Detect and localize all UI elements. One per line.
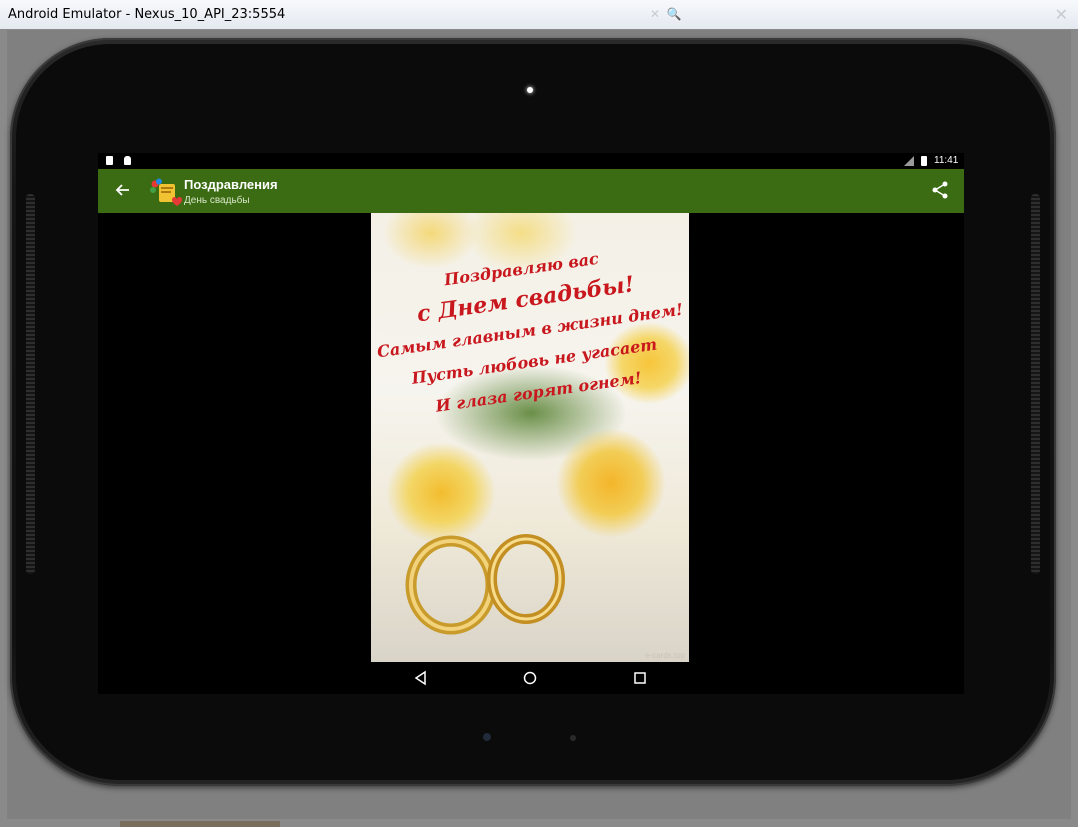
battery-icon [921,156,927,166]
window-toolbar-hint: ✕ 🔍 [650,7,682,21]
app-title: Поздравления [184,177,278,192]
signal-icon [904,156,914,166]
status-time: 11:41 [934,155,959,166]
back-button[interactable] [112,179,134,201]
nav-home-button[interactable] [521,669,539,687]
arrow-back-icon [115,184,129,196]
speaker-grill-left [26,194,35,574]
circle-home-icon [523,671,537,685]
wedding-rings-image [405,534,565,635]
sensor-dot [483,733,491,741]
front-camera [527,87,533,93]
sensor-dot [570,735,576,741]
android-icon [124,156,131,165]
nav-recent-button[interactable] [631,669,649,687]
share-button[interactable] [930,180,950,200]
share-icon [932,181,948,199]
image-viewer[interactable]: Поздравляю вас с Днем свадьбы! Самым гла… [98,213,964,662]
square-recent-icon [634,672,646,684]
desktop-strip [120,821,280,827]
greeting-card-image[interactable]: Поздравляю вас с Днем свадьбы! Самым гла… [371,213,689,662]
speaker-grill-right [1031,194,1040,574]
window-title: Android Emulator - Nexus_10_API_23:5554 [8,7,286,22]
device-screen: 11:41 Поздравления День свадьбы Поздравл… [98,153,964,694]
status-bar: 11:41 [98,153,964,169]
close-icon[interactable]: ✕ [1055,5,1068,25]
emulator-window-titlebar: Android Emulator - Nexus_10_API_23:5554 … [0,0,1078,30]
app-toolbar: Поздравления День свадьбы [98,169,964,213]
navigation-bar [98,662,964,694]
app-subtitle: День свадьбы [184,195,250,206]
greeting-text: Поздравляю вас с Днем свадьбы! Самым гла… [371,232,689,430]
triangle-back-icon [414,670,426,686]
app-logo-icon [150,178,182,206]
card-watermark: e-cards.top [644,651,685,660]
sd-card-icon [106,156,113,165]
nav-back-button[interactable] [412,669,430,687]
